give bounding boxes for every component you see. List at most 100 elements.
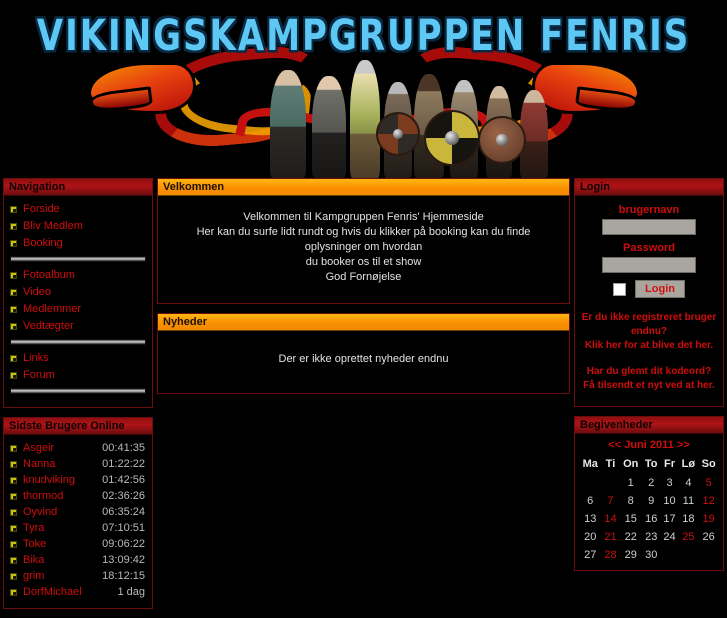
weekday-header: Ma bbox=[582, 458, 598, 470]
calendar-day[interactable]: 28 bbox=[601, 546, 619, 564]
calendar-day[interactable]: 19 bbox=[698, 510, 719, 528]
online-user-time: 00:41:35 bbox=[102, 442, 145, 454]
calendar-day[interactable]: 27 bbox=[579, 546, 601, 564]
bullet-icon bbox=[10, 589, 17, 596]
events-panel: Begivenheder << Juni 2011 >> Ma Ti On To… bbox=[574, 416, 724, 571]
calendar-day[interactable]: 11 bbox=[679, 492, 699, 510]
weekday-header: To bbox=[644, 458, 658, 470]
online-user-link[interactable]: Asgeir bbox=[9, 441, 102, 456]
weekday-header: On bbox=[623, 458, 639, 470]
calendar-day[interactable]: 5 bbox=[698, 474, 719, 492]
online-user-link[interactable]: grim bbox=[9, 569, 102, 584]
online-user-link[interactable]: knudviking bbox=[9, 473, 102, 488]
table-row: Oyvind 06:35:24 bbox=[9, 505, 147, 520]
password-field[interactable] bbox=[602, 257, 696, 273]
calendar-day[interactable] bbox=[679, 546, 699, 564]
weekday-header: Ti bbox=[605, 458, 616, 470]
table-row: Tyra 07:10:51 bbox=[9, 521, 147, 536]
sidebar-item-bliv-medlem[interactable]: Bliv Medlem bbox=[9, 219, 147, 234]
calendar-day[interactable]: 4 bbox=[679, 474, 699, 492]
calendar-day[interactable]: 13 bbox=[579, 510, 601, 528]
welcome-line: Her kan du surfe lidt rundt og hvis du k… bbox=[196, 226, 531, 253]
online-user-time: 07:10:51 bbox=[102, 522, 145, 534]
bullet-icon bbox=[10, 557, 17, 564]
table-row: Asgeir 00:41:35 bbox=[9, 441, 147, 456]
sidebar-item-forside[interactable]: Forside bbox=[9, 202, 147, 217]
calendar-day[interactable]: 21 bbox=[601, 528, 619, 546]
calendar-day[interactable]: 9 bbox=[642, 492, 661, 510]
calendar-day[interactable]: 15 bbox=[619, 510, 641, 528]
bullet-icon bbox=[10, 355, 17, 362]
sidebar-item-booking[interactable]: Booking bbox=[9, 236, 147, 251]
calendar-day[interactable] bbox=[579, 474, 601, 492]
news-panel-title: Nyheder bbox=[158, 314, 569, 331]
register-link[interactable]: Klik her for at blive det her. bbox=[585, 340, 713, 351]
calendar-day[interactable]: 18 bbox=[679, 510, 699, 528]
online-user-link[interactable]: thormod bbox=[9, 489, 102, 504]
calendar-day[interactable]: 23 bbox=[642, 528, 661, 546]
next-month-button[interactable]: >> bbox=[677, 439, 690, 451]
calendar-day[interactable]: 24 bbox=[661, 528, 679, 546]
online-user-link[interactable]: Bika bbox=[9, 553, 102, 568]
username-field[interactable] bbox=[602, 219, 696, 235]
online-user-link[interactable]: Nanna bbox=[9, 457, 102, 472]
calendar-day[interactable] bbox=[601, 474, 619, 492]
sidebar-item-vedtaegter[interactable]: Vedtægter bbox=[9, 319, 147, 334]
calendar-day[interactable]: 7 bbox=[601, 492, 619, 510]
calendar-day[interactable]: 29 bbox=[619, 546, 641, 564]
list-item: Bliv Medlem bbox=[9, 219, 147, 234]
calendar-day[interactable]: 25 bbox=[679, 528, 699, 546]
bullet-icon bbox=[10, 573, 17, 580]
prev-month-button[interactable]: << bbox=[608, 439, 621, 451]
sidebar-item-fotoalbum[interactable]: Fotoalbum bbox=[9, 268, 147, 283]
calendar-day[interactable]: 17 bbox=[661, 510, 679, 528]
calendar-day[interactable]: 26 bbox=[698, 528, 719, 546]
online-user-link[interactable]: Oyvind bbox=[9, 505, 102, 520]
forgot-question: Har du glemt dit kodeord? bbox=[586, 366, 712, 377]
calendar-day[interactable]: 16 bbox=[642, 510, 661, 528]
sidebar-item-label: Medlemmer bbox=[23, 303, 82, 315]
remember-me-checkbox[interactable] bbox=[613, 282, 627, 296]
calendar-day[interactable]: 14 bbox=[601, 510, 619, 528]
sidebar-item-medlemmer[interactable]: Medlemmer bbox=[9, 302, 147, 317]
events-panel-title: Begivenheder bbox=[575, 417, 723, 434]
calendar-day[interactable]: 6 bbox=[579, 492, 601, 510]
sidebar-item-label: Links bbox=[23, 352, 49, 364]
sidebar-item-video[interactable]: Video bbox=[9, 285, 147, 300]
calendar-day[interactable]: 1 bbox=[619, 474, 641, 492]
calendar-day[interactable]: 30 bbox=[642, 546, 661, 564]
calendar-day[interactable] bbox=[661, 546, 679, 564]
online-user-time: 13:09:42 bbox=[102, 554, 145, 566]
forgot-password-link[interactable]: Få tilsendt et nyt ved at her. bbox=[583, 380, 715, 391]
sidebar-item-forum[interactable]: Forum bbox=[9, 368, 147, 383]
list-item: Forside bbox=[9, 202, 147, 217]
online-user-link[interactable]: Tyra bbox=[9, 521, 102, 536]
password-label: Password bbox=[623, 242, 675, 254]
calendar-day[interactable]: 22 bbox=[619, 528, 641, 546]
events-panel-body: << Juni 2011 >> Ma Ti On To Fr Lø So 1 2… bbox=[575, 434, 723, 570]
calendar-day[interactable] bbox=[698, 546, 719, 564]
news-panel-body: Der er ikke oprettet nyheder endnu bbox=[158, 331, 569, 393]
viking-reenactors-photo bbox=[264, 46, 556, 178]
nav-divider bbox=[10, 256, 146, 262]
bullet-icon bbox=[10, 289, 17, 296]
bullet-icon bbox=[10, 323, 17, 330]
sidebar-item-links[interactable]: Links bbox=[9, 351, 147, 366]
sidebar-item-label: Video bbox=[23, 286, 51, 298]
calendar-day[interactable]: 12 bbox=[698, 492, 719, 510]
online-user-link[interactable]: DorfMichael bbox=[9, 585, 117, 600]
calendar-day[interactable]: 10 bbox=[661, 492, 679, 510]
calendar-day[interactable]: 8 bbox=[619, 492, 641, 510]
calendar-day[interactable]: 2 bbox=[642, 474, 661, 492]
bullet-icon bbox=[10, 477, 17, 484]
online-user-time: 06:35:24 bbox=[102, 506, 145, 518]
right-sidebar: Login brugernavn Password Login Er du ik… bbox=[574, 178, 724, 580]
calendar-day[interactable]: 3 bbox=[661, 474, 679, 492]
nav-divider bbox=[10, 339, 146, 345]
login-button[interactable]: Login bbox=[635, 280, 685, 298]
table-row: DorfMichael 1 dag bbox=[9, 585, 147, 600]
online-user-name: Tyra bbox=[23, 522, 45, 534]
calendar-day[interactable]: 20 bbox=[579, 528, 601, 546]
table-row: grim 18:12:15 bbox=[9, 569, 147, 584]
welcome-line: du booker os til et show bbox=[305, 256, 422, 268]
